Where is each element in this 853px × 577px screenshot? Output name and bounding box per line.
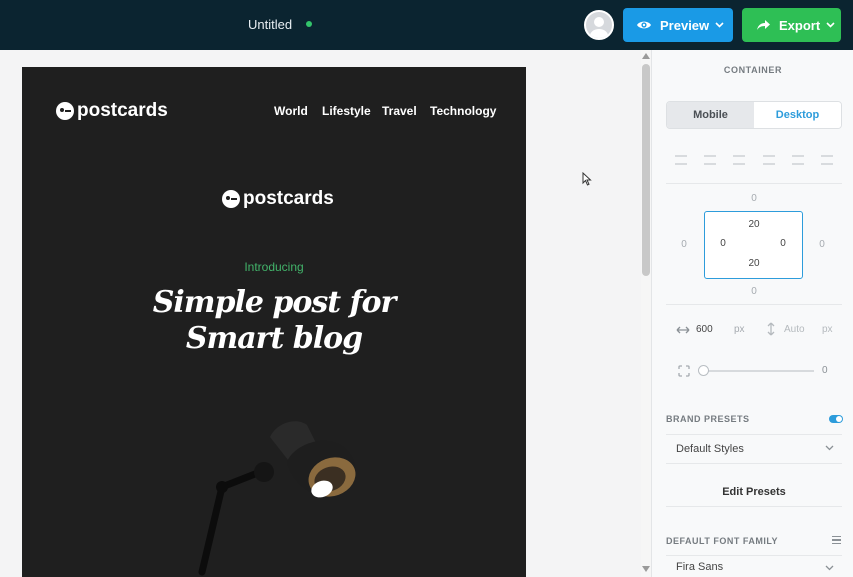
align-center-icon[interactable]	[703, 155, 716, 165]
width-input[interactable]: 600	[696, 324, 713, 335]
export-label: Export	[779, 17, 821, 33]
editor-canvas: postcards World Lifestyle Travel Technol…	[0, 50, 641, 577]
panel-title: CONTAINER	[723, 65, 783, 75]
brand-presets-toggle[interactable]	[829, 415, 843, 423]
brand-presets-label: BRAND PRESETS	[666, 414, 750, 424]
height-arrows-icon	[767, 322, 775, 336]
top-bar: Untitled Preview Export	[0, 0, 853, 50]
postcards-logo-icon	[222, 190, 240, 208]
chevron-down-icon	[826, 22, 835, 28]
mouse-cursor-icon	[582, 172, 592, 186]
font-family-value: Fira Sans	[676, 560, 724, 573]
nav-link-technology[interactable]: Technology	[430, 104, 496, 118]
align-top-icon[interactable]	[762, 155, 775, 165]
alignment-toolbar	[666, 145, 842, 175]
font-family-label: DEFAULT FONT FAMILY	[666, 536, 778, 546]
border-radius-icon	[678, 365, 690, 377]
dimensions-row: 600 px Auto px	[666, 316, 842, 344]
margin-left-value[interactable]: 0	[674, 239, 694, 250]
header-logo[interactable]: postcards	[56, 100, 168, 122]
export-button[interactable]: Export	[742, 8, 841, 42]
scrollbar-thumb[interactable]	[642, 64, 650, 276]
align-right-icon[interactable]	[733, 155, 746, 165]
nav-link-travel[interactable]: Travel	[382, 104, 417, 118]
border-radius-row: 0	[666, 357, 842, 385]
nav-link-lifestyle[interactable]: Lifestyle	[322, 104, 371, 118]
width-arrows-icon	[676, 326, 690, 334]
canvas-scrollbar[interactable]	[641, 50, 651, 577]
postcards-logo-icon	[56, 102, 74, 120]
nav-link-world[interactable]: World	[274, 104, 308, 118]
hero-headline: Simple post for Smart blog	[22, 285, 526, 357]
eye-icon	[636, 17, 652, 33]
logo-text: postcards	[77, 100, 168, 121]
align-bottom-icon[interactable]	[821, 155, 834, 165]
properties-panel: CONTAINER Mobile Desktop 0 0 0 0 20 0 0 …	[651, 50, 853, 577]
scroll-up-arrow-icon[interactable]	[642, 53, 650, 59]
headline-line-2: Smart blog	[185, 321, 363, 356]
width-unit[interactable]: px	[734, 324, 745, 335]
share-arrow-icon	[755, 17, 771, 33]
tab-mobile[interactable]: Mobile	[667, 102, 754, 128]
align-left-icon[interactable]	[674, 155, 687, 165]
desk-lamp-image	[198, 421, 356, 576]
preview-label: Preview	[660, 17, 710, 33]
headline-line-1: Simple post for	[152, 285, 397, 320]
device-toggle: Mobile Desktop	[666, 101, 842, 129]
align-middle-icon[interactable]	[791, 155, 804, 165]
padding-box: 20 0 0 20	[704, 211, 803, 279]
margin-top-value[interactable]: 0	[744, 193, 764, 204]
height-input[interactable]: Auto	[784, 324, 805, 335]
scroll-down-arrow-icon[interactable]	[642, 566, 650, 572]
tab-desktop[interactable]: Desktop	[754, 102, 841, 128]
preview-button[interactable]: Preview	[623, 8, 733, 42]
border-radius-slider[interactable]	[700, 370, 814, 372]
chevron-down-icon	[715, 22, 724, 28]
margin-bottom-value[interactable]: 0	[744, 286, 764, 297]
font-family-select[interactable]: Fira Sans	[666, 555, 842, 577]
padding-top-value[interactable]: 20	[744, 219, 764, 230]
padding-right-value[interactable]: 0	[773, 238, 793, 249]
brand-preset-value: Default Styles	[676, 443, 744, 455]
margin-right-value[interactable]: 0	[812, 239, 832, 250]
border-radius-value[interactable]: 0	[822, 365, 828, 376]
border-radius-slider-knob[interactable]	[698, 365, 709, 376]
document-title[interactable]: Untitled	[248, 17, 292, 32]
padding-left-value[interactable]: 0	[713, 238, 733, 249]
menu-icon[interactable]	[832, 536, 841, 544]
brand-preset-select[interactable]: Default Styles	[666, 434, 842, 464]
padding-bottom-value[interactable]: 20	[744, 258, 764, 269]
height-unit[interactable]: px	[822, 324, 833, 335]
user-avatar[interactable]	[584, 10, 614, 40]
logo-text: postcards	[243, 188, 334, 209]
saved-status-dot	[306, 21, 312, 27]
edit-presets-button[interactable]: Edit Presets	[666, 477, 842, 507]
email-preview[interactable]: postcards World Lifestyle Travel Technol…	[22, 67, 526, 577]
center-logo[interactable]: postcards	[222, 188, 334, 210]
introducing-label: Introducing	[244, 260, 304, 274]
chevron-down-icon	[825, 445, 834, 451]
spacing-box-editor: 0 0 0 0 20 0 0 20	[666, 183, 842, 305]
chevron-down-icon	[825, 565, 834, 571]
